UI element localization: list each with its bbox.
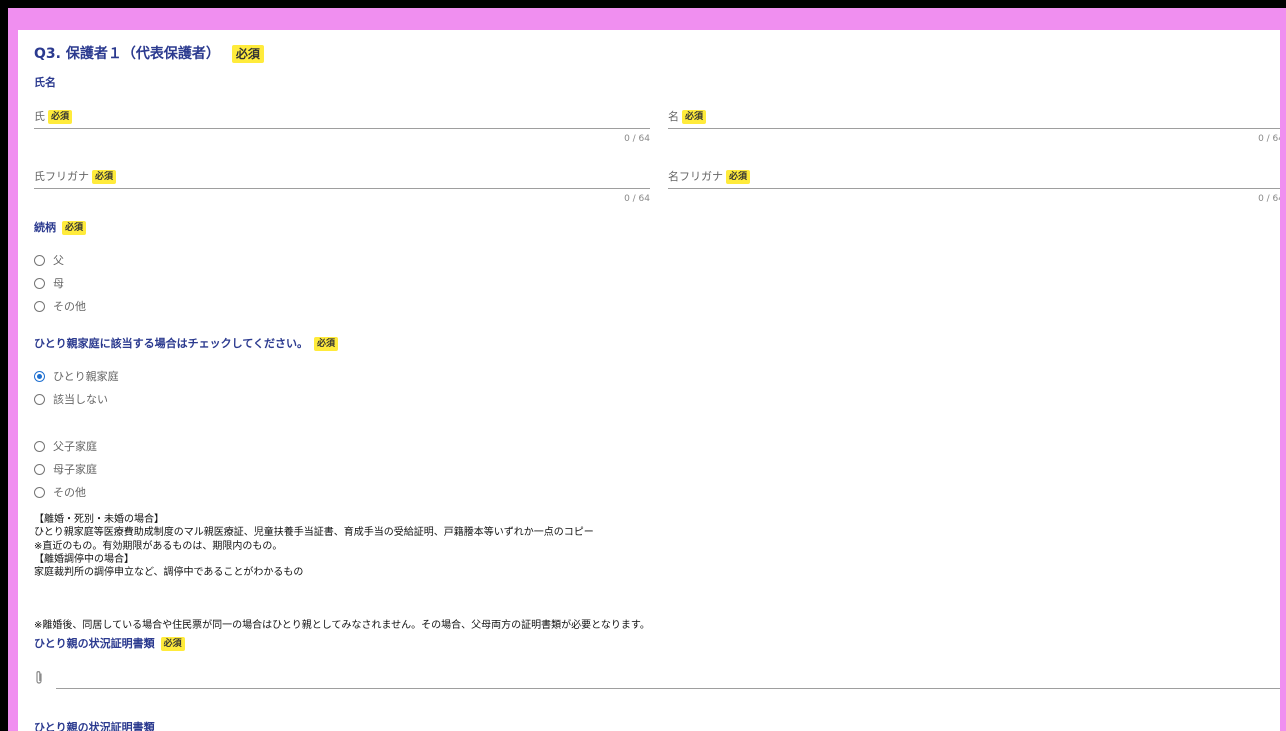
question-title-text: Q3. 保護者１（代表保護者） bbox=[34, 46, 220, 62]
radio-mother-label: 母 bbox=[53, 277, 64, 290]
upload-label-text: ひとり親の状況証明書類 bbox=[34, 637, 155, 650]
relationship-label-text: 続柄 bbox=[34, 221, 56, 234]
relationship-label: 続柄 必須 bbox=[34, 219, 87, 235]
required-documents-notes: 【離婚・死別・未婚の場合】 ひとり親家庭等医療費助成制度のマル親医療証、児童扶養… bbox=[34, 513, 594, 579]
radio-other[interactable]: その他 bbox=[34, 297, 86, 315]
cohabitation-warning: ※離婚後、同居している場合や住民票が同一の場合はひとり親としてみなされません。そ… bbox=[34, 620, 650, 631]
radio-mother[interactable]: 母 bbox=[34, 274, 86, 292]
required-badge: 必須 bbox=[726, 170, 751, 184]
last-name-kana-char-counter: 0 / 64 bbox=[624, 194, 650, 204]
last-name-label-text: 氏 bbox=[34, 110, 45, 123]
single-parent-question-text: ひとり親家庭に該当する場合はチェックしてください。 bbox=[34, 337, 309, 350]
radio-circle-selected[interactable] bbox=[34, 370, 45, 382]
first-name-char-counter: 0 / 64 bbox=[1258, 134, 1280, 144]
file-upload-field[interactable] bbox=[34, 670, 1280, 694]
family-type-radio-group: 父子家庭 母子家庭 その他 bbox=[34, 437, 97, 501]
note-line: 家庭裁判所の調停申立など、調停中であることがわかるもの bbox=[34, 567, 304, 579]
upload-label: ひとり親の状況証明書類 必須 bbox=[34, 635, 185, 651]
first-name-kana-input-underline[interactable] bbox=[668, 188, 1280, 189]
radio-father-child-family-label: 父子家庭 bbox=[53, 440, 97, 453]
next-section-label: ひとり親の状況証明書類 bbox=[34, 721, 155, 731]
radio-single-parent-family[interactable]: ひとり親家庭 bbox=[34, 367, 119, 385]
last-name-field[interactable]: 氏必須 0 / 64 bbox=[34, 108, 650, 144]
radio-mother-child-family-label: 母子家庭 bbox=[53, 463, 97, 476]
first-name-kana-field[interactable]: 名フリガナ必須 0 / 64 bbox=[668, 168, 1280, 204]
required-badge: 必須 bbox=[682, 110, 707, 124]
single-parent-question-label: ひとり親家庭に該当する場合はチェックしてください。 必須 bbox=[34, 335, 339, 351]
radio-father[interactable]: 父 bbox=[34, 251, 86, 269]
question-title: Q3. 保護者１（代表保護者） 必須 bbox=[34, 43, 264, 63]
last-name-input-underline[interactable] bbox=[34, 128, 650, 129]
required-badge: 必須 bbox=[92, 170, 117, 184]
radio-not-applicable-label: 該当しない bbox=[53, 393, 108, 406]
required-badge: 必須 bbox=[314, 337, 339, 351]
last-name-kana-input-underline[interactable] bbox=[34, 188, 650, 189]
radio-single-parent-family-label: ひとり親家庭 bbox=[53, 370, 119, 383]
radio-circle[interactable] bbox=[34, 254, 45, 266]
radio-father-child-family[interactable]: 父子家庭 bbox=[34, 437, 97, 455]
first-name-input-underline[interactable] bbox=[668, 128, 1280, 129]
radio-family-other[interactable]: その他 bbox=[34, 483, 97, 501]
radio-father-label: 父 bbox=[53, 254, 64, 267]
radio-circle[interactable] bbox=[34, 486, 45, 498]
first-name-label-text: 名 bbox=[668, 110, 679, 123]
required-badge: 必須 bbox=[231, 45, 264, 63]
radio-circle[interactable] bbox=[34, 300, 45, 312]
last-name-kana-field[interactable]: 氏フリガナ 必須 0 / 64 bbox=[34, 168, 650, 204]
radio-circle[interactable] bbox=[34, 277, 45, 289]
radio-family-other-label: その他 bbox=[53, 486, 86, 499]
first-name-label: 名必須 bbox=[668, 108, 707, 124]
required-badge: 必須 bbox=[160, 637, 185, 651]
radio-circle[interactable] bbox=[34, 393, 45, 405]
note-line: 【離婚調停中の場合】 bbox=[34, 553, 134, 565]
radio-not-applicable[interactable]: 該当しない bbox=[34, 390, 119, 408]
question-card: Q3. 保護者１（代表保護者） 必須 氏名 氏必須 0 / 64 名必須 0 / … bbox=[18, 30, 1280, 731]
required-badge: 必須 bbox=[62, 221, 87, 235]
first-name-kana-label: 名フリガナ 必須 bbox=[668, 168, 751, 184]
first-name-field[interactable]: 名必須 0 / 64 bbox=[668, 108, 1280, 144]
name-section-label: 氏名 bbox=[34, 76, 56, 89]
note-line: 【離婚・死別・未婚の場合】 bbox=[34, 514, 164, 525]
single-parent-radio-group: ひとり親家庭 該当しない bbox=[34, 367, 119, 408]
relationship-radio-group: 父 母 その他 bbox=[34, 251, 86, 315]
radio-mother-child-family[interactable]: 母子家庭 bbox=[34, 460, 97, 478]
last-name-char-counter: 0 / 64 bbox=[624, 134, 650, 144]
last-name-kana-label: 氏フリガナ 必須 bbox=[34, 168, 117, 184]
last-name-kana-label-text: 氏フリガナ bbox=[34, 170, 89, 183]
note-line: ※直近のもの。有効期限があるものは、期限内のもの。 bbox=[34, 540, 283, 552]
radio-circle[interactable] bbox=[34, 440, 45, 452]
note-line: ひとり親家庭等医療費助成制度のマル親医療証、児童扶養手当証書、育成手当の受給証明… bbox=[34, 527, 594, 539]
upload-input-underline[interactable] bbox=[56, 688, 1280, 689]
required-badge: 必須 bbox=[48, 110, 73, 124]
first-name-kana-char-counter: 0 / 64 bbox=[1258, 194, 1280, 204]
radio-other-label: その他 bbox=[53, 300, 86, 313]
first-name-kana-label-text: 名フリガナ bbox=[668, 170, 723, 183]
last-name-label: 氏必須 bbox=[34, 108, 73, 124]
page-frame: Q3. 保護者１（代表保護者） 必須 氏名 氏必須 0 / 64 名必須 0 / … bbox=[8, 8, 1286, 731]
paperclip-icon[interactable] bbox=[34, 670, 44, 690]
radio-circle[interactable] bbox=[34, 463, 45, 475]
